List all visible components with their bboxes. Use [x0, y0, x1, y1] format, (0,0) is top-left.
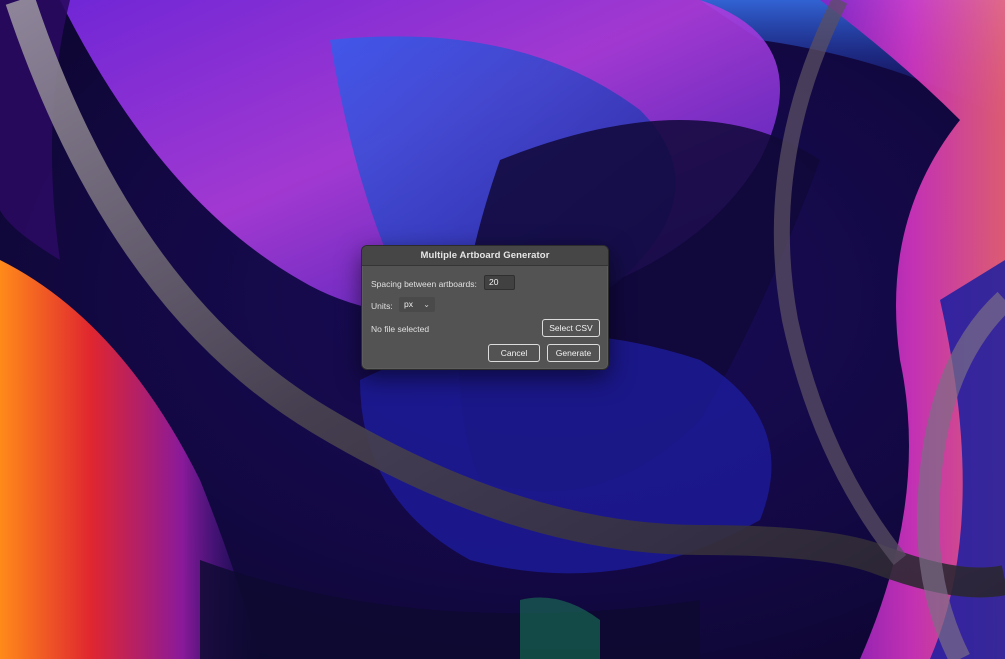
- units-value: px: [404, 299, 413, 309]
- file-status: No file selected: [371, 324, 430, 334]
- spacing-input[interactable]: 20: [484, 275, 515, 290]
- units-dropdown[interactable]: px ⌄: [399, 297, 435, 312]
- units-label: Units:: [371, 301, 393, 311]
- spacing-label: Spacing between artboards:: [371, 279, 477, 289]
- select-csv-button[interactable]: Select CSV: [542, 319, 600, 337]
- desktop: Multiple Artboard Generator Spacing betw…: [0, 0, 1005, 659]
- dialog-title: Multiple Artboard Generator: [362, 246, 608, 266]
- artboard-generator-dialog: Multiple Artboard Generator Spacing betw…: [361, 245, 609, 370]
- chevron-down-icon: ⌄: [423, 300, 430, 309]
- generate-button[interactable]: Generate: [547, 344, 600, 362]
- cancel-button[interactable]: Cancel: [488, 344, 540, 362]
